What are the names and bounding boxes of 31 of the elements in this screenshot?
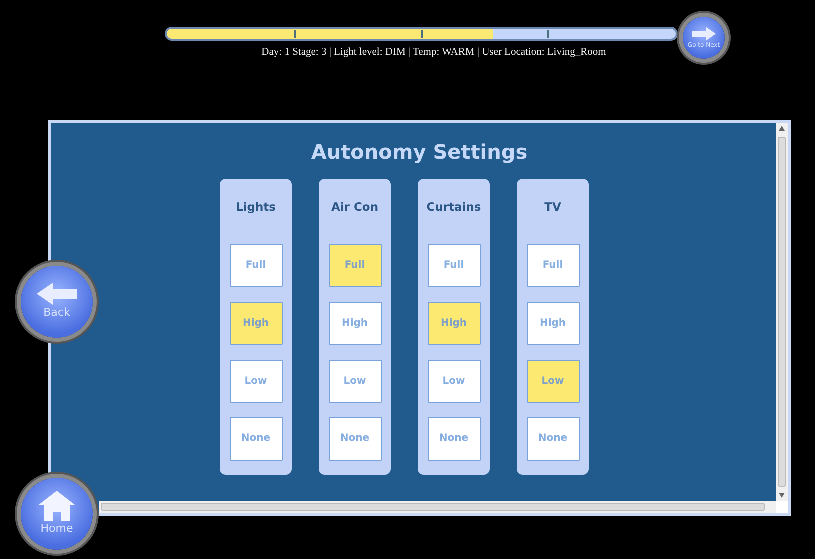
level-option-button[interactable]: Low — [428, 360, 480, 403]
level-option-button[interactable]: None — [428, 417, 480, 460]
level-option-button[interactable]: Low — [328, 360, 382, 403]
level-option-button[interactable]: Full — [328, 244, 382, 288]
level-option-button[interactable]: Low — [230, 360, 282, 403]
level-option-button[interactable]: High — [526, 302, 580, 346]
level-option-button[interactable]: None — [230, 417, 282, 460]
level-option-button[interactable]: Full — [428, 244, 480, 288]
level-option-button[interactable]: None — [526, 417, 580, 460]
device-name: Lights — [236, 199, 276, 216]
back-button[interactable]: Back — [21, 266, 93, 338]
level-option-button[interactable]: None — [328, 417, 382, 460]
scrollbar-corner — [776, 501, 788, 513]
vertical-scrollbar[interactable] — [776, 123, 788, 501]
device-name: Air Con — [331, 199, 379, 216]
scroll-up-icon[interactable] — [779, 126, 785, 131]
level-option-button[interactable]: High — [328, 302, 382, 346]
level-option-button[interactable]: Low — [526, 360, 580, 403]
home-button[interactable]: Home — [21, 478, 93, 550]
level-option-button[interactable]: Full — [230, 244, 282, 288]
page-title: Autonomy Settings — [311, 139, 528, 165]
level-option-button[interactable]: High — [428, 302, 480, 346]
device-name: Curtains — [426, 199, 482, 216]
horizontal-scrollbar[interactable] — [99, 501, 776, 513]
device-name: TV — [544, 199, 562, 216]
level-option-button[interactable]: High — [230, 302, 282, 346]
arrow-left-icon — [37, 282, 77, 305]
scroll-down-icon[interactable] — [779, 493, 785, 498]
arrow-right-icon — [692, 26, 716, 40]
level-option-button[interactable]: Full — [526, 244, 580, 288]
house-icon — [39, 490, 75, 521]
